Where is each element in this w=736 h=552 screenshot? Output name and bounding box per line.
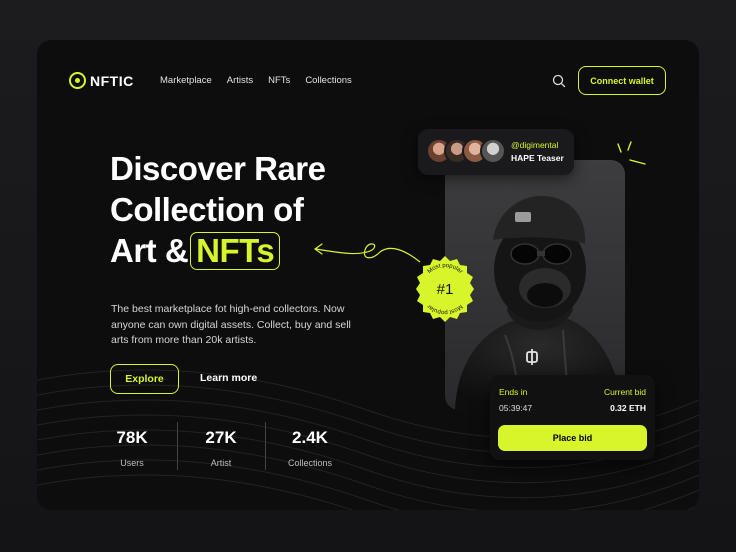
page-title: Discover Rare Collection of Art & NFTs: [110, 148, 326, 271]
nav-link-nfts[interactable]: NFTs: [268, 75, 290, 86]
nav-link-marketplace[interactable]: Marketplace: [160, 75, 212, 86]
title-line-3-text: Art &: [110, 232, 189, 269]
stat-value: 2.4K: [292, 428, 328, 447]
arrow-doodle-icon: [313, 243, 421, 263]
main-nav: Marketplace Artists NFTs Collections: [160, 75, 352, 86]
title-line-3: Art & NFTs: [110, 230, 325, 271]
avatar: [480, 138, 506, 164]
stat-divider: [177, 422, 178, 470]
nav-link-artists[interactable]: Artists: [227, 75, 253, 86]
stat-label: Artist: [210, 458, 232, 468]
stat-divider: [265, 422, 266, 470]
badge-rank: #1: [437, 281, 454, 298]
stat-users: 78K Users: [92, 428, 172, 468]
logo[interactable]: NFTIC: [69, 72, 134, 89]
stat-collections: 2.4K Collections: [270, 428, 350, 468]
owner-handle[interactable]: @digimental: [511, 140, 558, 150]
stat-label: Collections: [287, 458, 333, 468]
hero-description: The best marketplace fot high-end collec…: [111, 303, 351, 346]
hero-card: NFTIC Marketplace Artists NFTs Collectio…: [37, 40, 699, 510]
owners-chip[interactable]: @digimental HAPE Teaser: [418, 129, 574, 175]
stat-value: 27K: [205, 428, 237, 447]
explore-button[interactable]: Explore: [110, 364, 179, 394]
bid-card: Ends in Current bid 05:39:47 0.32 ETH Pl…: [490, 375, 655, 460]
search-icon[interactable]: [552, 74, 566, 88]
connect-wallet-button[interactable]: Connect wallet: [578, 66, 666, 95]
title-line-1: Discover Rare: [110, 150, 326, 187]
place-bid-button[interactable]: Place bid: [498, 425, 647, 451]
nft-title: HAPE Teaser: [511, 153, 564, 163]
nav-link-collections[interactable]: Collections: [305, 75, 351, 86]
title-line-2: Collection of: [110, 191, 304, 228]
stat-value: 78K: [116, 428, 148, 447]
logo-text: NFTIC: [90, 72, 134, 89]
learn-more-link[interactable]: Learn more: [200, 372, 257, 384]
current-bid-value: 0.32 ETH: [610, 403, 646, 413]
stat-artists: 27K Artist: [181, 428, 261, 468]
countdown-value: 05:39:47: [499, 403, 533, 413]
stat-label: Users: [120, 458, 144, 468]
current-bid-label: Current bid: [603, 387, 646, 397]
ends-in-label: Ends in: [499, 387, 528, 397]
logo-icon: [69, 72, 86, 89]
most-popular-badge: Most popular Most popular #1: [416, 256, 474, 322]
title-highlight: NFTs: [190, 232, 281, 270]
